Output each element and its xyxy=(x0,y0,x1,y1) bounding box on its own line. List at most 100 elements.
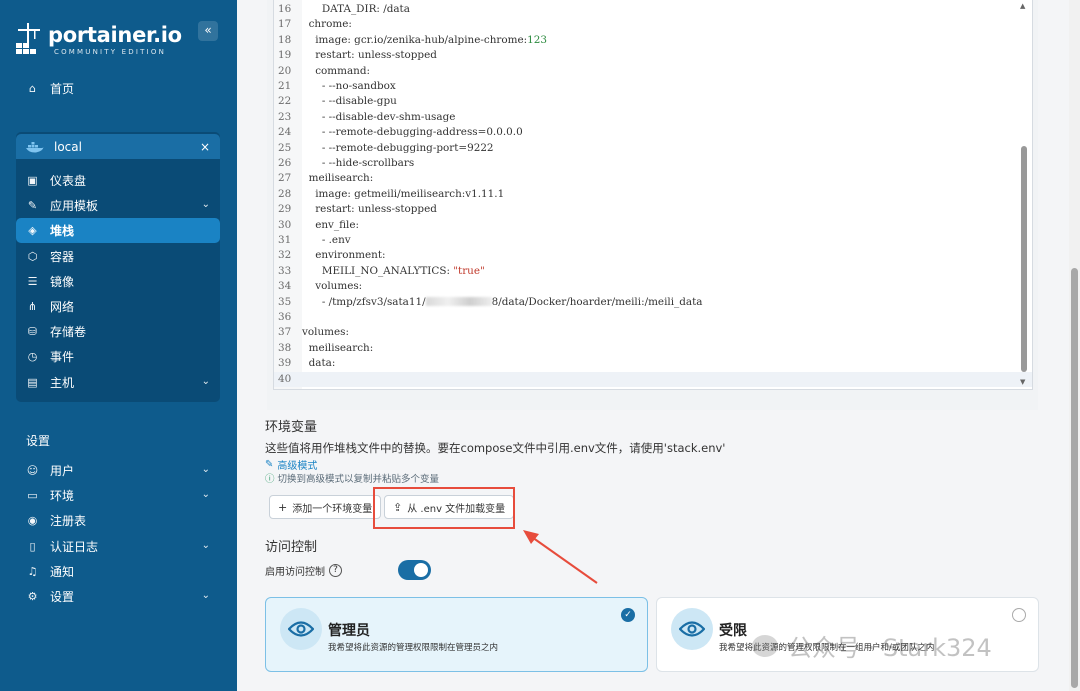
env-vars-title: 环境变量 xyxy=(265,420,318,435)
line-number: 27 xyxy=(278,172,292,185)
enable-access-control-label: 启用访问控制 ? xyxy=(265,563,342,578)
sidebar-item-label: 主机 xyxy=(50,375,75,390)
portainer-logo[interactable]: portainer.io COMMUNITY EDITION xyxy=(14,18,182,62)
help-icon[interactable]: ? xyxy=(329,564,342,577)
add-env-var-button[interactable]: + 添加一个环境变量 xyxy=(269,495,382,519)
bell-icon: ♫ xyxy=(27,564,38,578)
settings-section-title: 设置 xyxy=(26,434,51,448)
sidebar-item-env-3[interactable]: ⬡ 容器 xyxy=(16,244,220,269)
sidebar-item-label: 应用模板 xyxy=(50,199,99,214)
advanced-mode-link[interactable]: ✎ 高级模式 xyxy=(265,457,317,472)
code-line[interactable]: 26 - --hide-scrollbars xyxy=(274,156,1032,171)
editor-scrollbar[interactable]: ▲ ▼ xyxy=(1020,0,1028,388)
code-text: data: xyxy=(302,357,336,370)
code-line[interactable]: 40 xyxy=(274,371,1032,387)
editor-scroll-thumb[interactable] xyxy=(1021,146,1027,372)
eye-icon xyxy=(280,608,322,650)
sidebar-item-settings-3[interactable]: ▯ 认证日志 ⌄ xyxy=(16,534,220,559)
page-scroll-thumb[interactable] xyxy=(1071,268,1078,688)
code-line[interactable]: 28 image: getmeili/meilisearch:v1.11.1 xyxy=(274,187,1032,202)
code-line[interactable]: 16 DATA_DIR: /data xyxy=(274,2,1032,17)
code-text: - /tmp/zfsv3/sata11/8/data/Docker/hoarde… xyxy=(302,295,703,308)
restricted-option-title: 受限 xyxy=(719,623,747,639)
code-line[interactable]: 33 MEILI_NO_ANALYTICS: "true" xyxy=(274,264,1032,279)
line-number: 20 xyxy=(278,64,292,77)
code-line[interactable]: 35 - /tmp/zfsv3/sata11/8/data/Docker/hoa… xyxy=(274,295,1032,310)
sidebar-item-settings-0[interactable]: ☺ 用户 ⌄ xyxy=(16,458,220,483)
collapse-sidebar-button[interactable]: « xyxy=(198,21,218,41)
code-line[interactable]: 21 - --no-sandbox xyxy=(274,79,1032,94)
code-text: chrome: xyxy=(302,18,352,31)
sidebar-item-env-0[interactable]: ▣ 仪表盘 xyxy=(16,168,220,193)
access-control-toggle[interactable] xyxy=(398,560,431,580)
code-text: image: getmeili/meilisearch:v1.11.1 xyxy=(302,187,505,200)
chevron-down-icon: ⌄ xyxy=(201,199,210,211)
scroll-down-icon[interactable]: ▼ xyxy=(1020,378,1025,386)
portainer-crane-icon xyxy=(14,21,44,59)
code-line[interactable]: 19 restart: unless-stopped xyxy=(274,48,1032,63)
code-text: MEILI_NO_ANALYTICS: "true" xyxy=(302,264,485,277)
code-line[interactable]: 27 meilisearch: xyxy=(274,171,1032,186)
radio-button[interactable] xyxy=(1012,608,1026,622)
page-scrollbar[interactable] xyxy=(1069,0,1080,691)
chevron-down-icon: ⌄ xyxy=(201,489,210,501)
line-number: 37 xyxy=(278,326,292,339)
sidebar-item-env-5[interactable]: ⋔ 网络 xyxy=(16,294,220,319)
environment-header[interactable]: local × xyxy=(16,134,220,159)
sidebar-item-label: 容器 xyxy=(50,249,75,264)
sidebar-item-label: 网络 xyxy=(50,300,75,314)
sidebar-item-settings-1[interactable]: ▭ 环境 ⌄ xyxy=(16,483,220,508)
code-text: environment: xyxy=(302,249,386,262)
code-line[interactable]: 29 restart: unless-stopped xyxy=(274,202,1032,217)
compose-editor[interactable]: 16 DATA_DIR: /data 17 chrome: 18 image: gc… xyxy=(273,0,1033,390)
code-line[interactable]: 32 environment: xyxy=(274,248,1032,263)
code-line[interactable]: 25 - --remote-debugging-port=9222 xyxy=(274,141,1032,156)
code-line[interactable]: 34 volumes: xyxy=(274,279,1032,294)
code-line[interactable]: 20 command: xyxy=(274,64,1032,79)
chevron-down-icon: ⌄ xyxy=(201,590,210,601)
line-number: 35 xyxy=(278,295,292,308)
code-text: env_file: xyxy=(302,218,360,231)
sidebar-item-env-4[interactable]: ☰ 镜像 xyxy=(16,269,220,294)
code-line[interactable]: 36 xyxy=(274,310,1032,325)
sidebar-item-settings-5[interactable]: ⚙ 设置 ⌄ xyxy=(16,584,220,609)
code-line[interactable]: 39 data: xyxy=(274,356,1032,371)
access-control-title: 访问控制 xyxy=(265,540,318,555)
host-icon: ▤ xyxy=(27,375,38,389)
sidebar-item-env-1[interactable]: ✎ 应用模板 ⌄ xyxy=(16,193,220,218)
sidebar-item-settings-2[interactable]: ◉ 注册表 xyxy=(16,508,220,533)
toggle-knob xyxy=(414,563,428,577)
database-icon: ⛁ xyxy=(27,325,38,339)
close-environment-icon[interactable]: × xyxy=(200,140,210,154)
brand-name: portainer.io xyxy=(48,22,182,47)
code-line[interactable]: 30 env_file: xyxy=(274,218,1032,233)
sidebar-item-label: 事件 xyxy=(50,350,75,365)
code-line[interactable]: 23 - --disable-dev-shm-usage xyxy=(274,110,1032,125)
code-line[interactable]: 17 chrome: xyxy=(274,17,1032,32)
code-line[interactable]: 18 image: gcr.io/zenika-hub/alpine-chrom… xyxy=(274,33,1032,48)
sidebar-item-label: 首页 xyxy=(50,82,75,96)
layers-icon: ◈ xyxy=(28,224,37,238)
advanced-mode-label: 高级模式 xyxy=(277,461,318,472)
code-line[interactable]: 24 - --remote-debugging-address=0.0.0.0 xyxy=(274,125,1032,140)
sidebar-item-env-2[interactable]: ◈ 堆栈 xyxy=(16,218,220,244)
advanced-hint-text: 切换到高级模式以复制并粘贴多个变量 xyxy=(277,474,440,485)
sidebar-item-label: 堆栈 xyxy=(50,224,75,239)
code-text: volumes: xyxy=(302,280,363,293)
sidebar-item-home[interactable]: ⌂ 首页 xyxy=(16,76,220,101)
sidebar-item-env-7[interactable]: ◷ 事件 xyxy=(16,344,220,369)
scroll-up-icon[interactable]: ▲ xyxy=(1020,2,1025,10)
line-number: 23 xyxy=(278,110,292,123)
sidebar-item-env-6[interactable]: ⛁ 存储卷 xyxy=(16,319,220,344)
sidebar-item-settings-4[interactable]: ♫ 通知 xyxy=(16,559,220,584)
code-text: image: gcr.io/zenika-hub/alpine-chrome:1… xyxy=(302,33,547,46)
code-line[interactable]: 31 - .env xyxy=(274,233,1032,248)
code-line[interactable]: 22 - --disable-gpu xyxy=(274,94,1032,109)
sidebar-item-env-8[interactable]: ▤ 主机 ⌄ xyxy=(16,370,220,395)
admin-option-card[interactable]: 管理员 我希望将此资源的管理权限限制在管理员之内 ✓ xyxy=(265,597,648,672)
edit-icon: ✎ xyxy=(27,199,38,213)
gear-icon: ⚙ xyxy=(27,590,38,603)
code-line[interactable]: 38 meilisearch: xyxy=(274,341,1032,356)
sidebar-item-label: 注册表 xyxy=(50,514,87,529)
code-line[interactable]: 37 volumes: xyxy=(274,325,1032,340)
